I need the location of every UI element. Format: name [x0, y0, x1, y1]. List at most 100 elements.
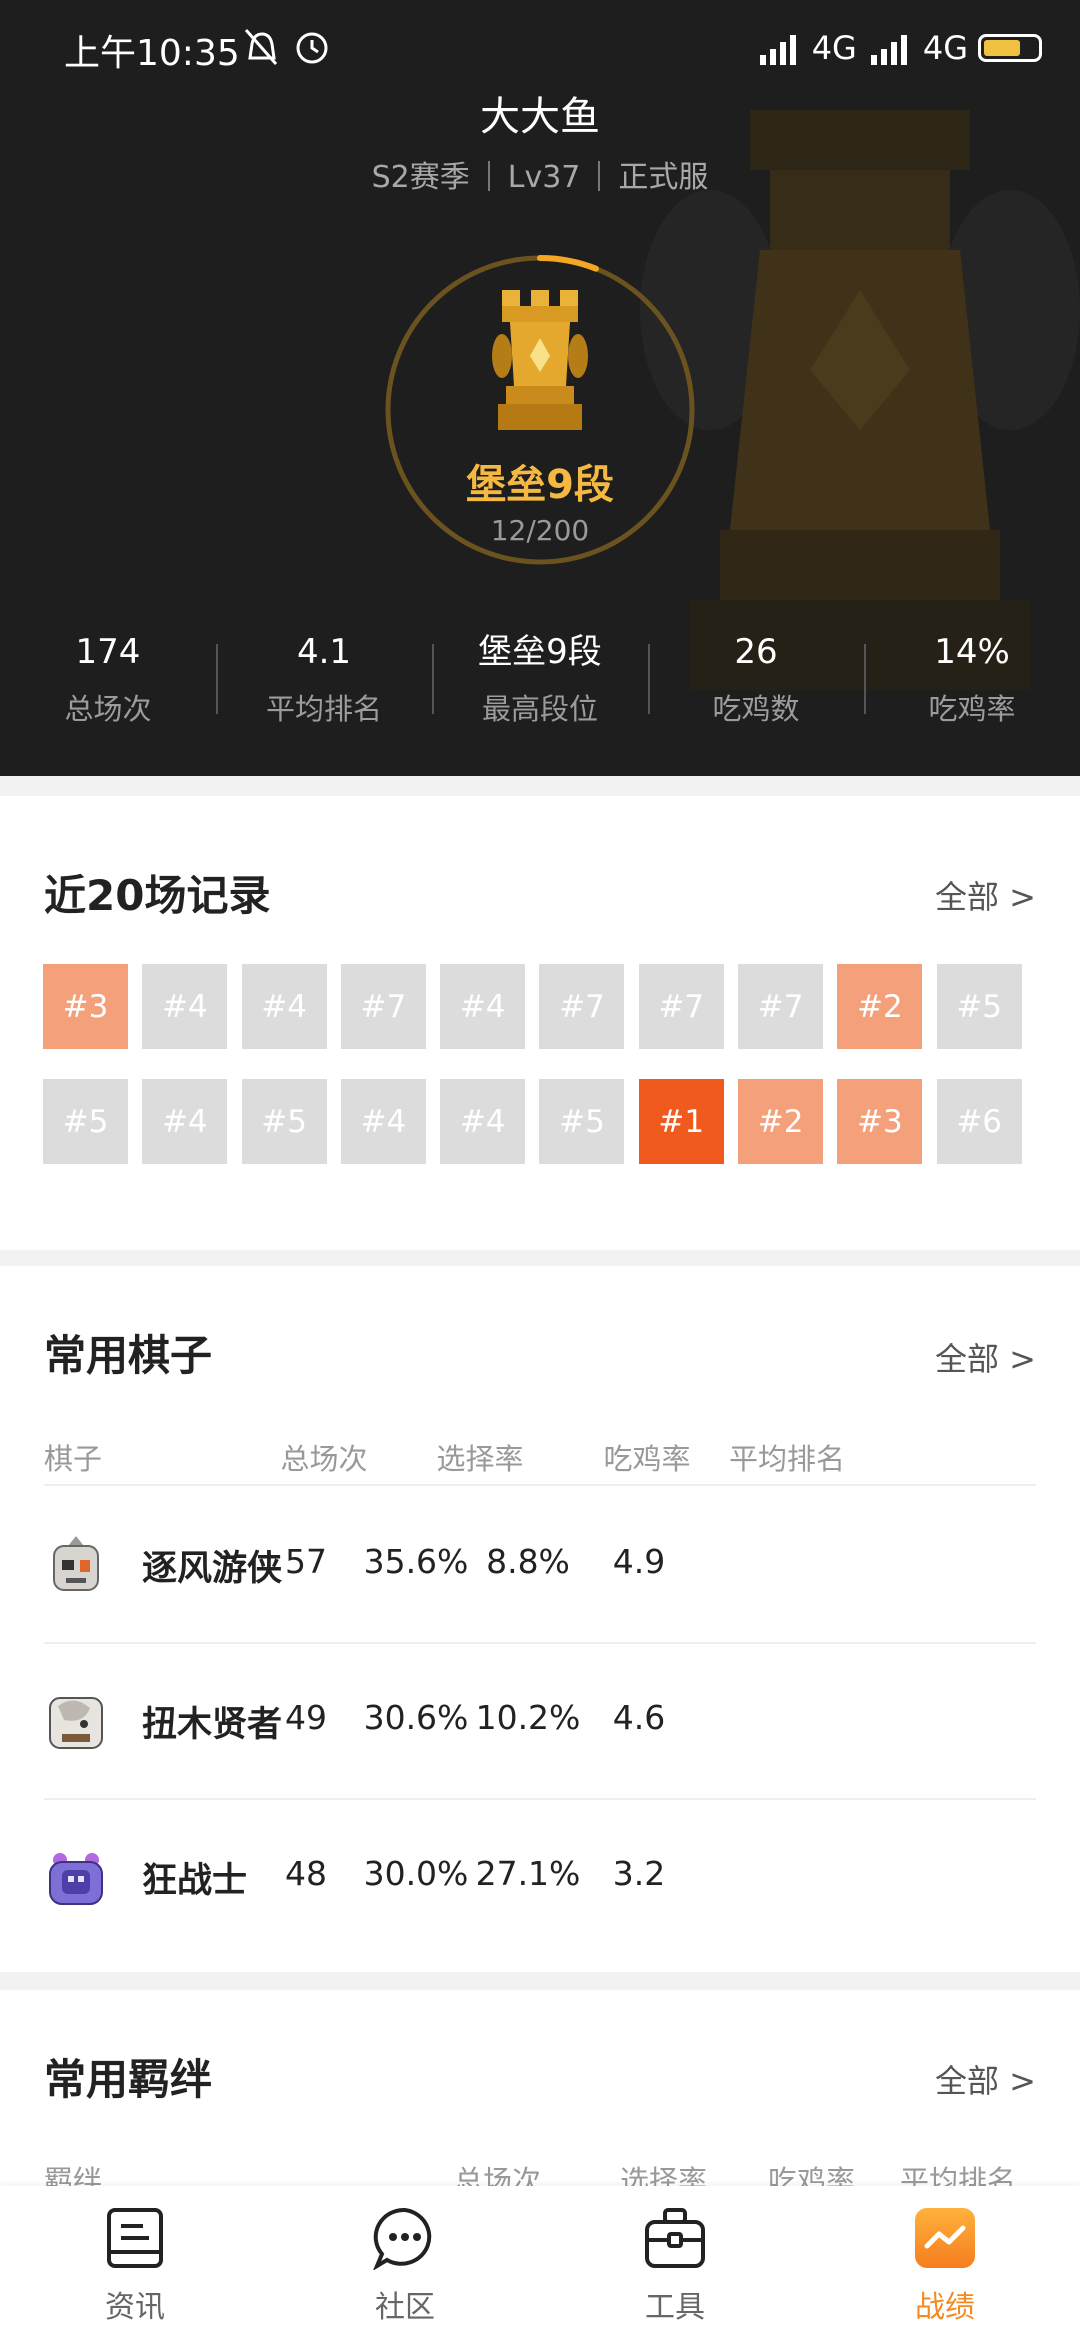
win-rate-value: 10.2%	[475, 1698, 581, 1737]
pick-rate-value: 30.6%	[363, 1698, 469, 1737]
battery-icon	[978, 34, 1042, 62]
record-item[interactable]: #1	[638, 1079, 724, 1164]
column-header: 平均排名	[728, 1442, 845, 1476]
season-label: S2赛季	[371, 160, 470, 195]
table-row[interactable]: 逐风游侠 57 35.6% 8.8% 4.9	[44, 1488, 1036, 1644]
stat-highest-rank: 堡垒9段 最高段位	[432, 626, 648, 746]
section-title: 近20场记录	[44, 871, 271, 920]
record-item[interactable]: #6	[936, 1079, 1022, 1164]
network-type-1: 4G	[811, 29, 857, 67]
record-item[interactable]: #4	[440, 964, 526, 1049]
profile-header: 上午10:35 4G 4G 大大鱼 S2赛季 Lv37 正式服 堡垒9段 12/…	[0, 0, 1080, 776]
column-header: 吃鸡率	[603, 1442, 691, 1476]
column-header: 棋子	[44, 1442, 103, 1476]
record-grid: #3 #4 #4 #7 #4 #7 #7 #7 #2 #5 #5 #4 #5 #4 #4 #5 #1 #2 #3 #6	[43, 964, 1043, 1164]
win-rate-value: 27.1%	[475, 1854, 581, 1893]
record-item[interactable]: #4	[440, 1079, 526, 1164]
record-item[interactable]: #5	[43, 1079, 128, 1164]
tab-label: 社区	[375, 2290, 435, 2325]
tab-label: 资讯	[105, 2290, 165, 2325]
record-item[interactable]: #4	[142, 1079, 228, 1164]
table-row[interactable]: 狂战士 48 30.0% 27.1% 3.2	[44, 1800, 1036, 1956]
status-time: 上午10:35	[64, 33, 240, 74]
stat-label: 吃鸡率	[928, 692, 1016, 726]
record-item[interactable]: #7	[638, 964, 724, 1049]
stat-value: 14%	[934, 632, 1010, 672]
record-item[interactable]: #7	[539, 964, 625, 1049]
news-icon	[107, 2208, 163, 2268]
pick-rate-value: 35.6%	[363, 1542, 469, 1581]
table-row[interactable]: 扭木贤者 49 30.6% 10.2% 4.6	[44, 1644, 1036, 1800]
treant-sage-avatar-icon	[49, 1697, 103, 1749]
username: 大大鱼	[480, 94, 600, 140]
stat-label: 总场次	[64, 692, 152, 726]
bottom-tab-bar: 资讯 社区 工具 战绩	[0, 2186, 1080, 2340]
signal-icon	[870, 35, 907, 65]
stat-chicken-count: 26 吃鸡数	[648, 626, 864, 746]
chat-icon	[373, 2207, 432, 2270]
record-item[interactable]: #7	[340, 964, 426, 1049]
level-label: Lv37	[507, 160, 581, 195]
chess-name: 狂战士	[142, 1861, 248, 1901]
wind-ranger-avatar-icon	[53, 1536, 99, 1591]
stat-value: 26	[734, 632, 778, 672]
record-item[interactable]: #4	[142, 964, 228, 1049]
tab-news[interactable]: 资讯	[0, 2186, 270, 2340]
record-item[interactable]: #3	[837, 1079, 923, 1164]
games-value: 48	[285, 1854, 327, 1893]
avg-rank-value: 3.2	[612, 1854, 666, 1893]
tab-stats[interactable]: 战绩	[810, 2186, 1080, 2340]
section-title: 常用棋子	[44, 1331, 213, 1380]
signal-icon	[759, 35, 796, 65]
record-item[interactable]: #4	[340, 1079, 426, 1164]
mute-and-alarm-icon	[244, 29, 328, 65]
avg-rank-value: 4.9	[612, 1542, 666, 1581]
pick-rate-value: 30.0%	[363, 1854, 469, 1893]
record-item[interactable]: #7	[738, 964, 824, 1049]
bonds-view-all-link[interactable]: 全部 >	[935, 2056, 1036, 2102]
stat-value: 堡垒9段	[478, 632, 602, 672]
tab-community[interactable]: 社区	[270, 2186, 540, 2340]
stat-chicken-rate: 14% 吃鸡率	[864, 626, 1080, 746]
record-item[interactable]: #5	[936, 964, 1022, 1049]
stat-label: 平均排名	[265, 692, 382, 726]
status-bar: 上午10:35 4G 4G	[0, 0, 1080, 96]
avg-rank-value: 4.6	[612, 1698, 666, 1737]
toolbox-icon	[645, 2208, 705, 2268]
rank-progress-text: 12/200	[490, 514, 590, 547]
summary-stats: 174 总场次 4.1 平均排名 堡垒9段 最高段位 26 吃鸡数 14% 吃鸡…	[0, 626, 1080, 746]
records-view-all-link[interactable]: 全部 >	[935, 872, 1036, 918]
column-header: 选择率	[436, 1442, 524, 1476]
section-title: 常用羁绊	[44, 2055, 213, 2104]
win-rate-value: 8.8%	[486, 1542, 570, 1581]
stat-label: 吃鸡数	[712, 692, 800, 726]
column-header: 总场次	[280, 1442, 368, 1476]
stat-value: 4.1	[296, 632, 352, 672]
record-item[interactable]: #3	[43, 964, 128, 1049]
games-value: 49	[285, 1698, 327, 1737]
season-info: S2赛季 Lv37 正式服	[0, 152, 1080, 196]
stat-average-rank: 4.1 平均排名	[216, 626, 432, 746]
stat-total-games: 174 总场次	[0, 626, 216, 746]
fortress-rank-icon	[492, 290, 588, 430]
tab-tools[interactable]: 工具	[540, 2186, 810, 2340]
record-item[interactable]: #2	[837, 964, 923, 1049]
server-label: 正式服	[618, 160, 709, 195]
stats-icon	[915, 2208, 975, 2268]
record-item[interactable]: #5	[241, 1079, 327, 1164]
network-type-2: 4G	[922, 29, 968, 67]
stat-value: 174	[75, 632, 141, 672]
games-value: 57	[285, 1542, 327, 1581]
record-item[interactable]: #4	[241, 964, 327, 1049]
recent-records-card: 近20场记录 全部 > #3 #4 #4 #7 #4 #7 #7 #7 #2 #5 #5 #4 #5 #4…	[0, 796, 1080, 1250]
tab-label: 战绩	[915, 2290, 975, 2325]
record-item[interactable]: #2	[738, 1079, 824, 1164]
table-header: 棋子 总场次 选择率 吃鸡率 平均排名	[44, 1426, 1036, 1486]
stat-label: 最高段位	[481, 692, 598, 726]
chess-view-all-link[interactable]: 全部 >	[935, 1334, 1036, 1380]
common-chess-card: 常用棋子 全部 > 棋子 总场次 选择率 吃鸡率 平均排名 逐风游侠 57 35…	[0, 1266, 1080, 1972]
tab-label: 工具	[645, 2290, 705, 2325]
berserker-avatar-icon	[49, 1853, 103, 1905]
rank-name: 堡垒9段	[466, 462, 614, 508]
record-item[interactable]: #5	[539, 1079, 625, 1164]
